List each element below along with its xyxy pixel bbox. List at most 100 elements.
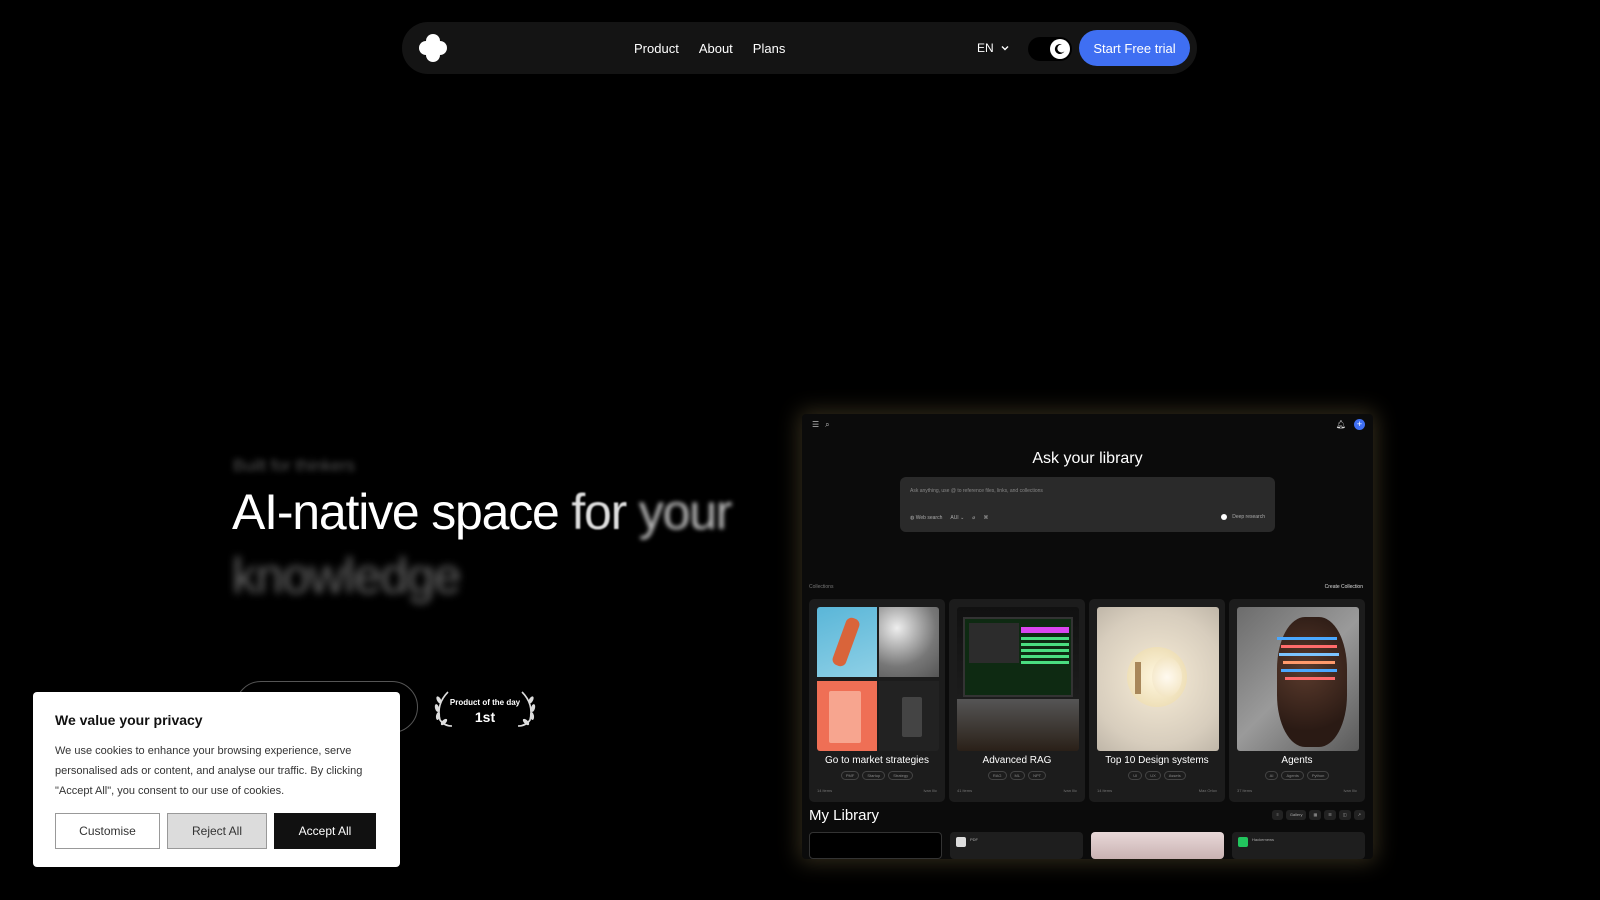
start-free-trial-button[interactable]: Start Free trial (1079, 30, 1190, 66)
ask-placeholder: Ask anything, use @ to reference files, … (910, 488, 1043, 494)
attach-icon: ⌀ (972, 515, 976, 521)
nav-links: Product About Plans (634, 22, 785, 74)
tag: Python (1306, 771, 1330, 780)
tag: Assets (1163, 771, 1186, 780)
collection-image (817, 607, 939, 751)
collection-owner: Max Orlov (1198, 788, 1217, 793)
tag: Startup (862, 771, 886, 780)
library-item: Hackernews (1232, 832, 1365, 859)
collection-card: Agents AI Agents Python 37 items Ivan Il… (1229, 599, 1365, 802)
laurel-right-icon (517, 691, 536, 727)
cookie-title: We value your privacy (55, 712, 203, 728)
moon-icon (1050, 39, 1070, 59)
collection-owner: Ivan Ilic (923, 788, 937, 793)
prompt-icon: ⌘ (983, 515, 989, 521)
cookie-text: We use cookies to enhance your browsing … (55, 745, 363, 797)
language-selector[interactable]: EN (977, 22, 1010, 74)
collection-count: 14 items (1097, 788, 1113, 793)
collection-image (1237, 607, 1359, 751)
tag: NPT (1028, 771, 1047, 780)
collection-title: Top 10 Design systems (1105, 755, 1209, 766)
tag: Agents (1281, 771, 1304, 780)
collection-card: Advanced RAG RAG ML NPT 41 items Ivan Il… (949, 599, 1085, 802)
nav-link-plans[interactable]: Plans (753, 41, 786, 56)
collection-card: Go to market strategies PMF Startup Stra… (809, 599, 945, 802)
add-icon: + (1354, 419, 1365, 430)
collection-card: Top 10 Design systems UI UX Assets 14 it… (1089, 599, 1225, 802)
cookie-buttons: Customise Reject All Accept All (55, 813, 376, 849)
hero-headline: AI-native space for your knowledge (232, 480, 792, 608)
tag: UI (1128, 771, 1143, 780)
search-icon: ⌕ (825, 420, 830, 429)
bell-icon: 🔔︎ (1335, 420, 1346, 429)
theme-toggle[interactable] (1028, 37, 1072, 61)
ask-tools: ◍ Web search AUI ⌄ ⌀ ⌘ (910, 515, 988, 521)
deep-research-label: Deep research (1232, 514, 1265, 520)
nav-link-about[interactable]: About (699, 41, 733, 56)
collection-cards: Go to market strategies PMF Startup Stra… (809, 599, 1366, 802)
hero-tagline: Built for thinkers (233, 456, 355, 475)
headline-part-1: AI-native space (232, 484, 560, 540)
collections-label: Collections (809, 584, 834, 590)
product-of-the-day-badge: Product of the day 1st (430, 690, 540, 728)
filter-icon: ≡ (1272, 810, 1283, 820)
library-item (809, 832, 942, 859)
gallery-view: Gallery (1285, 810, 1307, 820)
tag: ML (1009, 771, 1026, 780)
tag: Strategy (888, 771, 914, 780)
model-tool: AUI ⌄ (950, 515, 965, 521)
share-icon: ↗ (1353, 810, 1365, 820)
library-item: PDF (950, 832, 1083, 859)
logo-icon[interactable] (418, 33, 448, 63)
panel-icon: ◫ (1338, 810, 1351, 820)
collection-image (957, 607, 1079, 751)
tag: UX (1145, 771, 1161, 780)
app-top-icons: ☰ ⌕ (812, 420, 830, 430)
reject-all-button[interactable]: Reject All (167, 813, 267, 849)
ask-title: Ask your library (1032, 450, 1143, 467)
library-items: PDF Hackernews (809, 832, 1366, 859)
list-icon: ☰ (1324, 810, 1336, 820)
web-search-tool: ◍ Web search (910, 515, 943, 521)
library-item (1091, 832, 1224, 859)
link-icon (1238, 837, 1248, 847)
library-item-label: PDF (970, 837, 978, 842)
language-label: EN (977, 41, 994, 55)
menu-icon: ☰ (812, 420, 820, 429)
collection-image (1097, 607, 1219, 751)
my-library-title: My Library (809, 807, 880, 824)
collection-title: Advanced RAG (982, 755, 1052, 766)
collection-count: 37 items (1237, 788, 1253, 793)
app-top-right: 🔔︎ + (1336, 419, 1365, 430)
collection-title: Go to market strategies (825, 755, 929, 766)
deep-research-toggle: Deep research (1221, 514, 1265, 520)
headline-part-2: for (571, 484, 627, 540)
collection-tags: AI Agents Python (1229, 771, 1365, 780)
accept-all-button[interactable]: Accept All (274, 813, 376, 849)
app-preview: ☰ ⌕ 🔔︎ + Ask your library Ask anything, … (802, 414, 1373, 859)
grid-icon: ▦ (1309, 810, 1322, 820)
collection-title: Agents (1281, 755, 1313, 766)
toggle-dot (1221, 514, 1228, 520)
collection-tags: UI UX Assets (1089, 771, 1225, 780)
create-collection: Create Collection (1324, 584, 1363, 590)
collection-owner: Ivan Ilic (1063, 788, 1077, 793)
ask-input: Ask anything, use @ to reference files, … (900, 477, 1275, 532)
top-nav: Product About Plans EN Start Free trial (402, 22, 1197, 74)
collection-count: 14 items (817, 788, 833, 793)
collection-tags: PMF Startup Strategy (809, 771, 945, 780)
cookie-banner: We value your privacy We use cookies to … (33, 692, 400, 867)
library-toolbar: ≡ Gallery ▦ ☰ ◫ ↗ (1272, 810, 1365, 820)
tag: AI (1264, 771, 1279, 780)
collection-count: 41 items (957, 788, 973, 793)
library-item-label: Hackernews (1252, 837, 1275, 842)
pdf-icon (956, 837, 966, 847)
headline-part-3: your (638, 484, 733, 540)
tag: PMF (840, 771, 860, 780)
collection-owner: Ivan Ilic (1343, 788, 1357, 793)
tag: RAG (987, 771, 1007, 780)
chevron-down-icon (1001, 46, 1009, 51)
headline-part-4: knowledge (232, 548, 461, 604)
customise-button[interactable]: Customise (55, 813, 160, 849)
nav-link-product[interactable]: Product (634, 41, 679, 56)
